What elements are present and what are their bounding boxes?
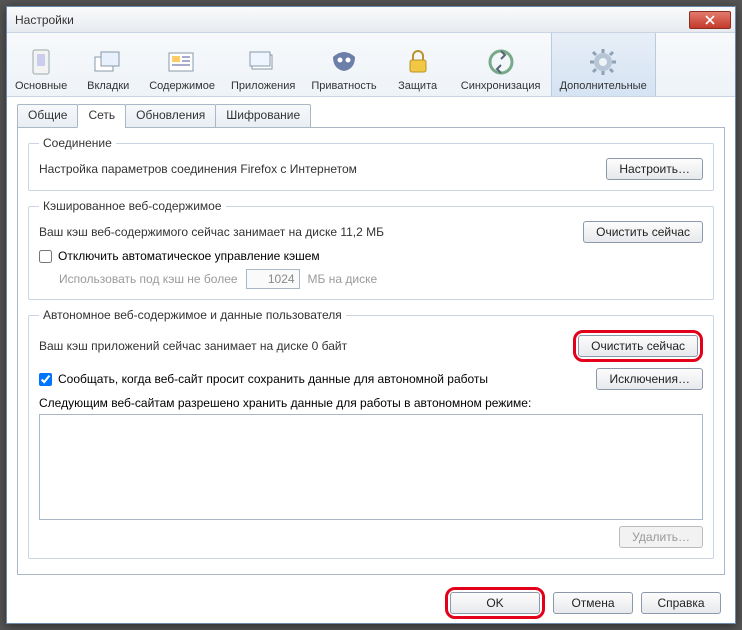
tab-panel: Соединение Настройка параметров соединен… bbox=[17, 127, 725, 575]
close-icon bbox=[705, 15, 715, 25]
toolbar-item-sync[interactable]: Синхронизация bbox=[451, 33, 551, 96]
connection-group: Соединение Настройка параметров соединен… bbox=[28, 136, 714, 191]
toolbar-item-apps[interactable]: Приложения bbox=[223, 33, 303, 96]
highlight-clear-offline: Очистить сейчас bbox=[573, 330, 703, 362]
exceptions-button[interactable]: Исключения… bbox=[596, 368, 703, 390]
tab-general[interactable]: Общие bbox=[17, 104, 78, 128]
clear-offline-button[interactable]: Очистить сейчас bbox=[578, 335, 698, 357]
apps-icon bbox=[247, 46, 279, 78]
toolbar-label-content: Содержимое bbox=[149, 80, 215, 92]
offline-desc: Ваш кэш приложений сейчас занимает на ди… bbox=[39, 339, 563, 353]
toolbar-label-security: Защита bbox=[398, 80, 437, 92]
cancel-button[interactable]: Отмена bbox=[553, 592, 633, 614]
settings-window: Настройки Основные Вкладки Содержимое Пр… bbox=[6, 6, 736, 624]
toolbar: Основные Вкладки Содержимое Приложения П… bbox=[7, 33, 735, 97]
remove-site-button[interactable]: Удалить… bbox=[619, 526, 703, 548]
sites-label: Следующим веб-сайтам разрешено хранить д… bbox=[39, 396, 531, 410]
toolbar-item-advanced[interactable]: Дополнительные bbox=[551, 33, 656, 96]
window-title: Настройки bbox=[15, 13, 689, 27]
mask-icon bbox=[328, 46, 360, 78]
toolbar-label-main: Основные bbox=[15, 80, 67, 92]
titlebar: Настройки bbox=[7, 7, 735, 33]
cache-limit-unit: МБ на диске bbox=[308, 272, 378, 286]
sites-listbox[interactable] bbox=[39, 414, 703, 520]
toolbar-label-sync: Синхронизация bbox=[461, 80, 541, 92]
tab-updates[interactable]: Обновления bbox=[125, 104, 216, 128]
clear-cache-button[interactable]: Очистить сейчас bbox=[583, 221, 703, 243]
cache-limit-label: Использовать под кэш не более bbox=[59, 272, 238, 286]
notify-offline-label: Сообщать, когда веб-сайт просит сохранит… bbox=[58, 372, 488, 386]
tabstrip: Общие Сеть Обновления Шифрование bbox=[17, 104, 725, 128]
content-area: Общие Сеть Обновления Шифрование Соедине… bbox=[7, 97, 735, 583]
toolbar-label-tabs: Вкладки bbox=[87, 80, 129, 92]
toolbar-item-main[interactable]: Основные bbox=[7, 33, 75, 96]
connection-desc: Настройка параметров соединения Firefox … bbox=[39, 162, 596, 176]
toolbar-item-security[interactable]: Защита bbox=[385, 33, 451, 96]
close-button[interactable] bbox=[689, 11, 731, 29]
tabs-icon bbox=[92, 46, 124, 78]
lock-icon bbox=[402, 46, 434, 78]
toolbar-label-privacy: Приватность bbox=[311, 80, 376, 92]
offline-legend: Автономное веб-содержимое и данные польз… bbox=[39, 308, 346, 322]
toolbar-item-privacy[interactable]: Приватность bbox=[303, 33, 384, 96]
cache-limit-input[interactable] bbox=[246, 269, 300, 289]
connection-legend: Соединение bbox=[39, 136, 116, 150]
tab-encryption[interactable]: Шифрование bbox=[215, 104, 311, 128]
help-button[interactable]: Справка bbox=[641, 592, 721, 614]
disable-auto-cache-label: Отключить автоматическое управление кэше… bbox=[58, 249, 320, 263]
offline-group: Автономное веб-содержимое и данные польз… bbox=[28, 308, 714, 559]
dialog-buttons: OK Отмена Справка bbox=[7, 583, 735, 623]
cache-desc: Ваш кэш веб-содержимого сейчас занимает … bbox=[39, 225, 573, 239]
notify-offline-checkbox[interactable] bbox=[39, 373, 52, 386]
cache-legend: Кэшированное веб-содержимое bbox=[39, 199, 226, 213]
main-icon bbox=[25, 46, 57, 78]
disable-auto-cache-checkbox[interactable] bbox=[39, 250, 52, 263]
toolbar-item-content[interactable]: Содержимое bbox=[141, 33, 223, 96]
configure-button[interactable]: Настроить… bbox=[606, 158, 703, 180]
toolbar-item-tabs[interactable]: Вкладки bbox=[75, 33, 141, 96]
gear-icon bbox=[587, 46, 619, 78]
ok-button[interactable]: OK bbox=[450, 592, 540, 614]
cache-group: Кэшированное веб-содержимое Ваш кэш веб-… bbox=[28, 199, 714, 300]
toolbar-label-advanced: Дополнительные bbox=[560, 80, 647, 92]
content-icon bbox=[166, 46, 198, 78]
tab-network[interactable]: Сеть bbox=[77, 104, 126, 128]
sync-icon bbox=[485, 46, 517, 78]
toolbar-label-apps: Приложения bbox=[231, 80, 295, 92]
highlight-ok: OK bbox=[445, 587, 545, 619]
